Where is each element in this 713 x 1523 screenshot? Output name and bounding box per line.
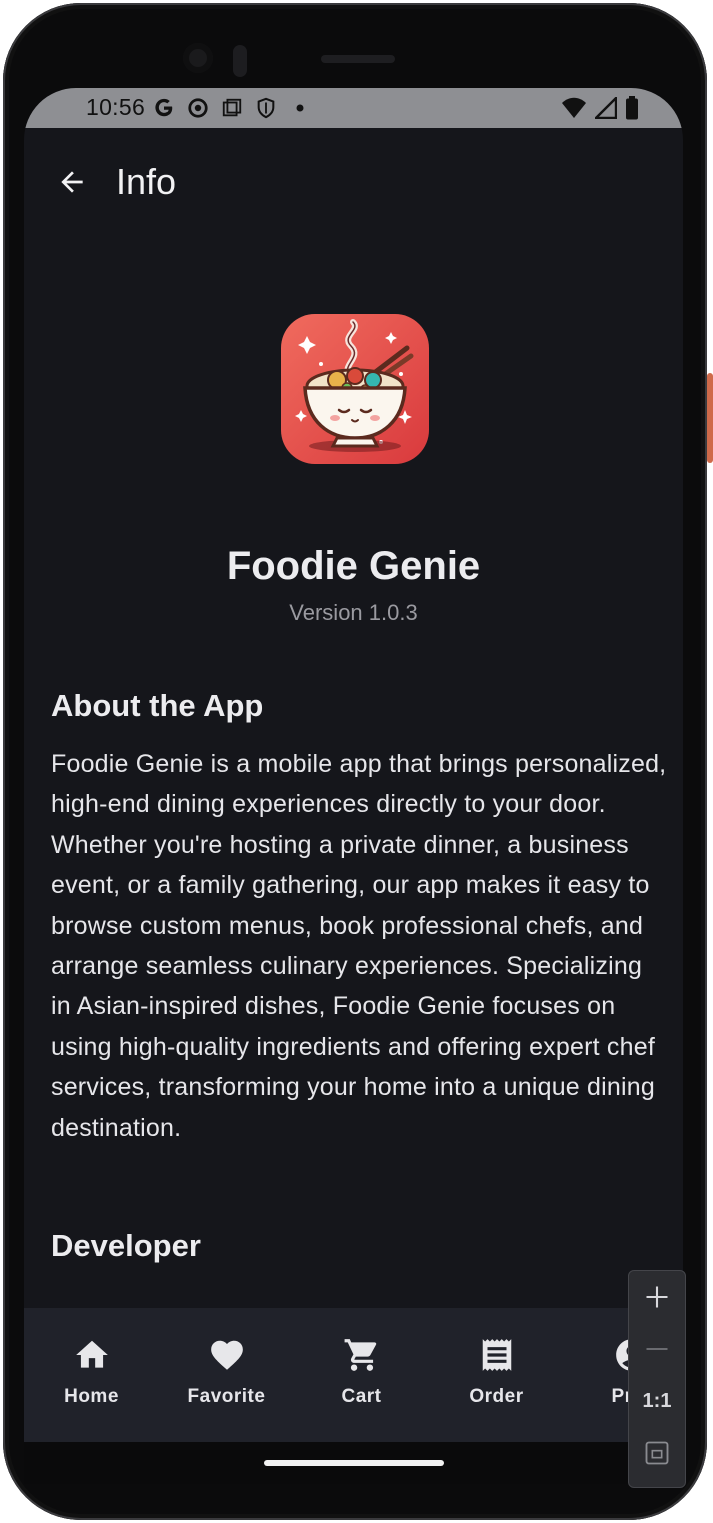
plus-icon bbox=[646, 1286, 668, 1308]
shield-icon bbox=[254, 96, 278, 120]
dot-icon bbox=[288, 96, 312, 120]
zoom-in-button[interactable] bbox=[629, 1271, 685, 1323]
system-navigation-bar bbox=[24, 1442, 683, 1484]
nav-order[interactable]: Order bbox=[429, 1308, 564, 1442]
nav-order-label: Order bbox=[469, 1386, 524, 1407]
status-time: 10:56 bbox=[86, 94, 146, 120]
receipt-icon bbox=[482, 1339, 511, 1371]
signal-icon bbox=[593, 95, 618, 124]
about-title: About the App bbox=[51, 688, 264, 723]
app-bar: Info bbox=[24, 128, 683, 236]
bottom-navigation: Home Favorite Cart Order Prof bbox=[24, 1308, 683, 1442]
app-name: Foodie Genie bbox=[226, 544, 481, 588]
google-icon bbox=[152, 96, 176, 120]
phone-screen: 10:56 Info Foodie Genie Version 1.0.3 Ab… bbox=[24, 88, 683, 1484]
heart-icon bbox=[210, 1340, 243, 1370]
screenshot-icon bbox=[220, 96, 244, 120]
earpiece-speaker bbox=[321, 55, 395, 63]
nav-favorite-label: Favorite bbox=[187, 1386, 266, 1407]
zoom-out-button[interactable] bbox=[629, 1323, 685, 1375]
proximity-sensor bbox=[233, 45, 247, 77]
zoom-controls: 1:1 bbox=[628, 1270, 686, 1488]
front-camera bbox=[183, 43, 213, 73]
back-button[interactable] bbox=[42, 152, 102, 212]
nav-cart[interactable]: Cart bbox=[294, 1308, 429, 1442]
minus-icon bbox=[646, 1347, 668, 1351]
cart-icon bbox=[344, 1339, 376, 1371]
nav-cart-label: Cart bbox=[341, 1386, 382, 1407]
nav-favorite[interactable]: Favorite bbox=[159, 1308, 294, 1442]
nav-home[interactable]: Home bbox=[24, 1308, 159, 1442]
about-description: Foodie Genie is a mobile app that brings… bbox=[51, 750, 667, 1142]
battery-icon bbox=[625, 96, 639, 125]
fit-screen-icon bbox=[645, 1441, 669, 1465]
home-icon bbox=[75, 1340, 108, 1368]
chrome-icon bbox=[186, 96, 210, 120]
nav-home-label: Home bbox=[64, 1386, 119, 1407]
zoom-fit-button[interactable] bbox=[629, 1427, 685, 1479]
noodle-bowl-logo bbox=[281, 314, 429, 464]
wifi-icon bbox=[561, 97, 587, 124]
home-indicator[interactable] bbox=[264, 1460, 444, 1466]
zoom-reset-button[interactable]: 1:1 bbox=[629, 1375, 685, 1427]
status-icons-left bbox=[152, 96, 312, 120]
side-button[interactable] bbox=[707, 373, 713, 463]
status-bar: 10:56 bbox=[24, 88, 683, 128]
info-content: Foodie Genie Version 1.0.3 About the App… bbox=[24, 236, 683, 1356]
developer-title: Developer bbox=[51, 1228, 201, 1263]
page-title: Info bbox=[116, 161, 177, 202]
app-logo bbox=[281, 314, 429, 464]
status-icons-right bbox=[561, 95, 639, 125]
app-version: Version 1.0.3 bbox=[289, 600, 418, 625]
arrow-left-icon bbox=[61, 171, 83, 193]
